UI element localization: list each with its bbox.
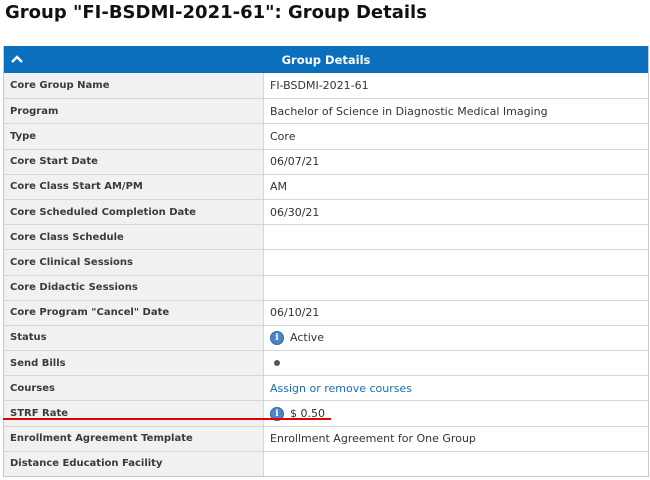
- row-value: [264, 275, 648, 300]
- row-core-clinical-sessions: Core Clinical Sessions: [4, 249, 648, 275]
- row-label: Core Class Start AM/PM: [4, 174, 264, 199]
- panel-header-title: Group Details: [281, 52, 371, 67]
- row-value: [264, 451, 648, 476]
- row-core-scheduled-completion-date: Core Scheduled Completion Date 06/30/21: [4, 198, 648, 225]
- row-label: Core Scheduled Completion Date: [4, 199, 264, 225]
- info-icon[interactable]: i: [270, 330, 284, 345]
- row-strf-rate: STRF Rate i $ 0.50: [4, 400, 648, 426]
- row-label: Type: [4, 124, 264, 149]
- collapse-chevron-up-icon[interactable]: [10, 53, 24, 65]
- row-value-status: i Active: [264, 325, 648, 351]
- annotation-underline: [3, 418, 331, 420]
- page-title: Group "FI-BSDMI-2021-61": Group Details: [5, 2, 427, 23]
- row-distance-education-facility: Distance Education Facility: [4, 450, 648, 476]
- row-value: Core: [264, 124, 648, 149]
- row-label: Program: [4, 99, 264, 124]
- row-value: 06/30/21: [264, 199, 648, 225]
- row-core-group-name: Core Group Name FI-BSDMI-2021-61: [4, 73, 648, 99]
- row-value: Bachelor of Science in Diagnostic Medica…: [264, 99, 648, 124]
- row-courses: Courses Assign or remove courses: [4, 375, 648, 401]
- row-value: Enrollment Agreement for One Group: [264, 426, 648, 451]
- row-core-class-schedule: Core Class Schedule: [4, 224, 648, 250]
- row-label: Core Clinical Sessions: [4, 250, 264, 275]
- details-table: Core Group Name FI-BSDMI-2021-61 Program…: [4, 73, 648, 476]
- row-value: [264, 225, 648, 250]
- row-label: STRF Rate: [4, 401, 264, 426]
- row-value: 06/07/21: [264, 149, 648, 174]
- row-value: [264, 250, 648, 275]
- status-text: Active: [290, 331, 325, 345]
- row-core-class-start-ampm: Core Class Start AM/PM AM: [4, 173, 648, 199]
- row-core-didactic-sessions: Core Didactic Sessions: [4, 274, 648, 300]
- row-enrollment-agreement-template: Enrollment Agreement Template Enrollment…: [4, 425, 648, 451]
- row-label: Core Program "Cancel" Date: [4, 300, 264, 325]
- row-label: Distance Education Facility: [4, 451, 264, 476]
- bullet-icon: [274, 360, 280, 367]
- row-label: Core Start Date: [4, 149, 264, 174]
- row-label: Status: [4, 325, 264, 351]
- row-type: Type Core: [4, 123, 648, 149]
- row-value-send-bills: [264, 351, 648, 376]
- row-label: Enrollment Agreement Template: [4, 426, 264, 451]
- row-label: Courses: [4, 376, 264, 401]
- row-value-strf-rate: i $ 0.50: [264, 401, 648, 426]
- group-details-panel: Group Details Core Group Name FI-BSDMI-2…: [3, 46, 649, 477]
- row-label: Send Bills: [4, 351, 264, 376]
- assign-courses-link[interactable]: Assign or remove courses: [270, 382, 412, 395]
- row-value: AM: [264, 174, 648, 199]
- row-value: 06/10/21: [264, 300, 648, 325]
- row-program: Program Bachelor of Science in Diagnosti…: [4, 98, 648, 124]
- row-send-bills: Send Bills: [4, 350, 648, 376]
- row-status: Status i Active: [4, 324, 648, 351]
- row-core-start-date: Core Start Date 06/07/21: [4, 148, 648, 174]
- row-label: Core Class Schedule: [4, 225, 264, 250]
- row-label: Core Didactic Sessions: [4, 275, 264, 300]
- row-core-program-cancel-date: Core Program "Cancel" Date 06/10/21: [4, 299, 648, 325]
- row-value-courses: Assign or remove courses: [264, 376, 648, 401]
- row-value: FI-BSDMI-2021-61: [264, 73, 648, 99]
- row-label: Core Group Name: [4, 73, 264, 99]
- panel-header: Group Details: [4, 46, 648, 73]
